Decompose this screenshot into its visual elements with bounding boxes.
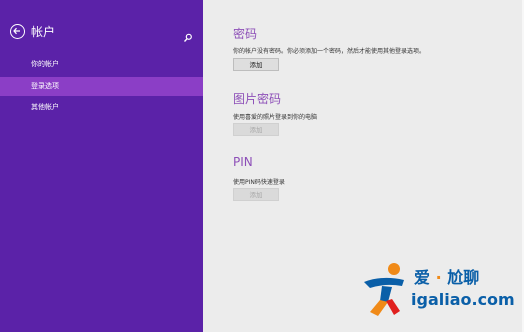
running-figure-logo xyxy=(364,263,404,316)
sidebar-item-sign-in-options[interactable]: 登录选项 xyxy=(0,77,203,96)
picture-password-section-title: 图片密码 xyxy=(233,92,282,106)
pin-section-title: PIN xyxy=(233,155,253,169)
watermark-url: igaliao.com xyxy=(411,290,515,309)
password-description: 你的帐户没有密码。你必须添加一个密码，然后才能使用其他登录选项。 xyxy=(233,48,426,55)
pin-description: 使用PIN码快速登录 xyxy=(233,179,285,186)
watermark-separator: · xyxy=(435,268,442,287)
sidebar-header: 帐户 xyxy=(10,23,55,40)
watermark-brand: 爱 · 尬聊 xyxy=(414,264,479,288)
search-icon[interactable] xyxy=(183,28,193,42)
page-title: 帐户 xyxy=(31,25,56,39)
add-pin-button[interactable]: 添加 xyxy=(233,188,279,201)
watermark-brand-right: 尬聊 xyxy=(447,268,480,287)
add-password-button[interactable]: 添加 xyxy=(233,58,279,71)
watermark: 爱 · 尬聊 igaliao.com xyxy=(358,260,518,320)
sidebar-item-your-account[interactable]: 你的帐户 xyxy=(0,55,203,74)
sidebar-item-other-accounts[interactable]: 其他帐户 xyxy=(0,98,203,117)
watermark-brand-left: 爱 xyxy=(414,268,431,287)
add-picture-password-button[interactable]: 添加 xyxy=(233,123,279,136)
picture-password-description: 使用喜爱的照片登录到你的电脑 xyxy=(233,114,318,121)
back-arrow-icon[interactable] xyxy=(10,24,25,39)
password-section-title: 密码 xyxy=(233,27,258,41)
sidebar: 帐户 你的帐户 登录选项 其他帐户 xyxy=(0,0,203,332)
